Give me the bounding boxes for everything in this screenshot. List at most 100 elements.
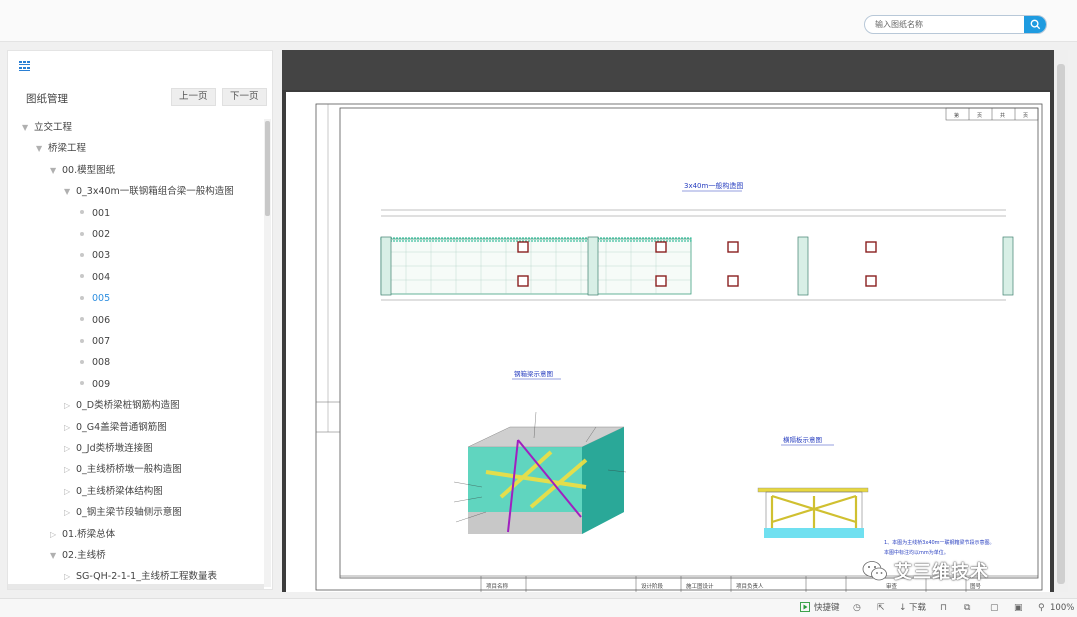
drawing-note: 1、本图为主线桥3x40m一联钢箱梁节段示意图。 (884, 539, 995, 546)
chevron-right-icon[interactable]: ▷ (64, 483, 76, 501)
chevron-right-icon[interactable]: ▷ (64, 461, 76, 479)
tree-label: 004 (92, 271, 111, 283)
tree-label: 桥梁工程 (48, 143, 87, 155)
bullet-icon (80, 381, 84, 386)
drawing-subtitle-left: 钢箱梁示意图 (514, 369, 553, 378)
bullet-icon (80, 338, 84, 343)
tree-label: 0_G4盖梁普通钢筋图 (76, 421, 167, 433)
page-icon[interactable]: ▢ (990, 602, 999, 615)
chevron-right-icon[interactable]: ▷ (64, 419, 76, 437)
tree-item[interactable]: 008 (80, 354, 110, 372)
drawing-note: 本图中标注均以mm为单位。 (884, 549, 949, 556)
tree-label: 003 (92, 250, 111, 262)
tree-folder[interactable]: ▷ 01.桥梁总体 (50, 526, 115, 544)
chevron-down-icon[interactable]: ▼ (50, 162, 62, 180)
bullet-icon (80, 252, 84, 257)
tree-label: 0_主线桥桥墩一般构造图 (76, 464, 182, 476)
chevron-right-icon[interactable]: ▷ (64, 440, 76, 458)
drawing-subtitle-right: 横隔板示意图 (783, 435, 822, 444)
bullet-icon (80, 359, 84, 364)
share-icon[interactable]: ⇱ (877, 602, 885, 615)
tree-label: 01.桥梁总体 (62, 528, 116, 540)
next-page-button[interactable]: 下一页 (222, 88, 267, 106)
download-icon[interactable]: ↓ (899, 602, 907, 615)
tree-label: 0_D类桥梁桩钢筋构造图 (76, 400, 180, 412)
top-bar (0, 0, 1077, 42)
tree-folder[interactable]: ▷ 0_Jd类桥墩连接图 (64, 440, 153, 458)
tree-item[interactable]: 001 (80, 205, 110, 223)
tree-folder[interactable]: ▼ 02.主线桥 (50, 547, 106, 565)
tree-item[interactable]: 003 (80, 247, 110, 265)
tree-label: 0_钢主梁节段轴侧示意图 (76, 507, 182, 519)
copy-icon[interactable]: ⧉ (964, 602, 970, 615)
play-icon[interactable] (800, 602, 810, 615)
watermark: 艾三维技术 (862, 556, 989, 586)
tree-label: 02.主线桥 (62, 550, 106, 561)
tree-label: 002 (92, 229, 111, 240)
drawing-manager-panel: 图纸管理 上一页 下一页 ▼ 立交工程 ▼ 桥梁工程 ▼ 00.模型图纸 ▼ 0_3x40m一… (7, 50, 273, 590)
tree-item[interactable]: 006 (80, 312, 110, 330)
chevron-right-icon[interactable]: ▷ (64, 504, 76, 522)
zoom-icon[interactable]: ⚲ (1038, 602, 1045, 615)
tree-label: 005 (92, 293, 111, 305)
tree-folder[interactable]: ▷ 0_D类桥梁桩钢筋构造图 (64, 397, 180, 415)
tree-folder[interactable]: ▷ 0_主线桥梁体结构图 (64, 483, 163, 501)
download-label[interactable]: 下载 (909, 602, 926, 615)
viewer-header (282, 50, 1068, 90)
bullet-icon (80, 295, 84, 300)
tree-item[interactable]: 004 (80, 269, 110, 287)
zoom-level[interactable]: 100% (1050, 602, 1074, 615)
chevron-right-icon[interactable]: ▷ (50, 526, 62, 544)
tree-folder[interactable]: ▼ 立交工程 (22, 119, 72, 137)
bullet-icon (80, 317, 84, 322)
tree-item[interactable]: 002 (80, 226, 110, 244)
drawing-viewer[interactable]: 第 页 共 页 3x40m一般构造图 钢箱梁示意图 横隔板示意图 1、本图为主线… (282, 50, 1068, 592)
title-block-label: 施工图设计 (686, 582, 714, 590)
history-icon[interactable]: ◷ (853, 602, 861, 615)
tree-item[interactable]: 005 (80, 290, 110, 308)
status-bar: 快捷键 ◷ ⇱ ↓ 下载 ⊓ ⧉ ▢ ▣ ⚲ 100% (0, 598, 1077, 617)
tree-folder[interactable]: ▷ 0_钢主梁节段轴侧示意图 (64, 504, 182, 522)
tree-label: 007 (92, 336, 111, 347)
search-icon (1030, 19, 1040, 30)
tree-item[interactable]: 007 (80, 333, 110, 351)
tree-scrollbar[interactable] (264, 119, 271, 587)
tree-folder[interactable]: ▼ 00.模型图纸 (50, 162, 115, 180)
bullet-icon (80, 274, 84, 279)
chevron-down-icon[interactable]: ▼ (22, 119, 34, 137)
tree-label: 立交工程 (34, 122, 73, 133)
title-block-label: 设计阶段 (641, 582, 664, 590)
chevron-down-icon[interactable]: ▼ (50, 547, 62, 565)
fit-icon[interactable]: ▣ (1014, 602, 1023, 615)
page-mark: 页 (977, 113, 982, 119)
tree-scrollbar-thumb[interactable] (265, 121, 270, 216)
title-block-label: 项目名称 (486, 582, 509, 590)
tree-folder[interactable]: ▷ 0_主线桥桥墩一般构造图 (64, 461, 182, 479)
panel-title: 图纸管理 (26, 93, 68, 105)
chevron-down-icon[interactable]: ▼ (64, 183, 76, 201)
bullet-icon (80, 210, 84, 215)
layout-icon[interactable]: ⊓ (940, 602, 947, 615)
tree-horizontal-scrollbar[interactable] (8, 584, 264, 589)
drawing-sheet[interactable]: 第 页 共 页 3x40m一般构造图 钢箱梁示意图 横隔板示意图 1、本图为主线… (286, 92, 1050, 592)
drawing-main-title: 3x40m一般构造图 (684, 181, 743, 190)
search-button[interactable] (1024, 16, 1046, 33)
chevron-right-icon[interactable]: ▷ (64, 397, 76, 415)
chevron-down-icon[interactable]: ▼ (36, 140, 48, 158)
viewer-scrollbar[interactable] (1054, 50, 1068, 592)
tree-label: 008 (92, 357, 111, 369)
tree-label: 006 (92, 314, 111, 326)
search-box (864, 15, 1047, 34)
title-block-label: 项目负责人 (736, 582, 764, 590)
tree-folder[interactable]: ▼ 0_3x40m一联钢箱组合梁一般构造图 (64, 183, 234, 201)
shortcut-label[interactable]: 快捷键 (814, 602, 840, 615)
tree-folder[interactable]: ▼ 桥梁工程 (36, 140, 86, 158)
tree-item[interactable]: 009 (80, 376, 110, 394)
tree-label: 0_3x40m一联钢箱组合梁一般构造图 (76, 186, 234, 198)
page-mark: 页 (1023, 113, 1028, 119)
tree-folder[interactable]: ▷ 0_G4盖梁普通钢筋图 (64, 419, 167, 437)
wechat-icon (862, 561, 887, 581)
prev-page-button[interactable]: 上一页 (171, 88, 216, 106)
search-input[interactable] (865, 16, 1025, 33)
viewer-scrollbar-thumb[interactable] (1057, 64, 1065, 584)
